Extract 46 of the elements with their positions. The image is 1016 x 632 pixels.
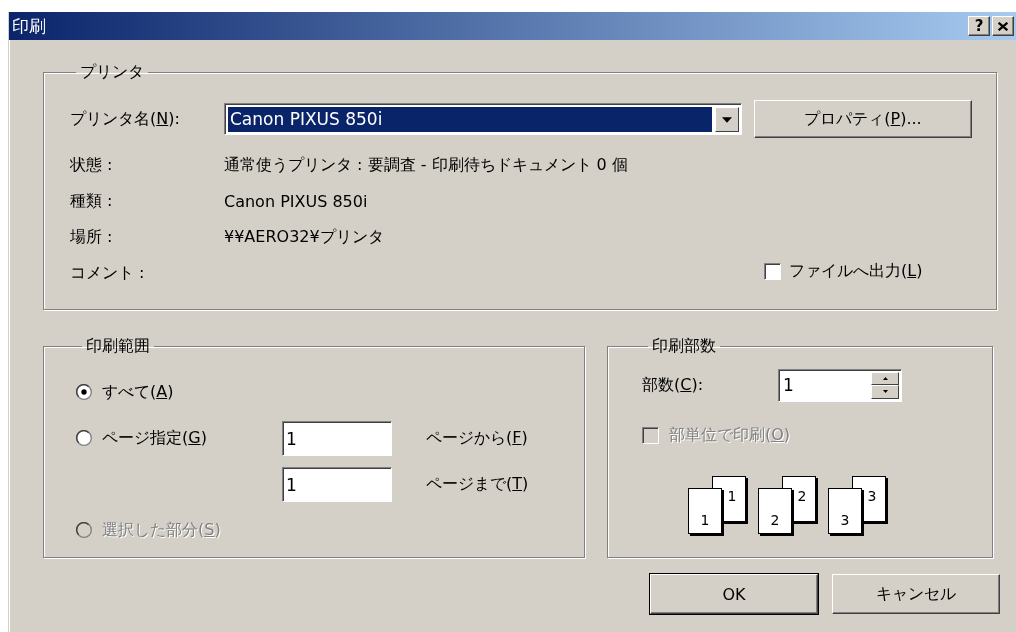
group-title: 印刷範囲 xyxy=(85,336,151,357)
properties-button[interactable]: プロパティ(P)... xyxy=(754,100,972,138)
page-number: 2 xyxy=(770,513,780,527)
radio-label: 選択した部分(S) xyxy=(102,519,221,541)
close-icon xyxy=(998,21,1008,31)
page-number: 1 xyxy=(700,513,710,527)
field-label: ページから(F) xyxy=(426,427,529,449)
checkbox-label: ファイルへ出力(L) xyxy=(789,261,923,282)
dialog-button[interactable]: OK xyxy=(650,574,818,614)
field-label: 部数(C): xyxy=(642,374,705,396)
info-label: 場所 : xyxy=(70,226,114,248)
help-button[interactable]: ? xyxy=(968,16,990,36)
page-number: 1 xyxy=(727,489,737,503)
info-value: ¥¥AERO32¥プリンタ xyxy=(224,226,385,248)
radio-label: すべて(A) xyxy=(102,381,174,403)
group-title: プリンタ xyxy=(79,62,145,83)
radio-label: ページ指定(G) xyxy=(102,427,207,449)
caret-icon xyxy=(722,116,732,123)
copies-spinner[interactable]: 1 xyxy=(778,368,902,402)
checkbox[interactable] xyxy=(764,263,781,280)
printer-dropdown[interactable]: Canon PIXUS 850i xyxy=(224,103,742,135)
field-label: ページまで(T) xyxy=(426,473,530,495)
down-arrow-icon xyxy=(882,390,888,394)
dialog-button[interactable]: キャンセル xyxy=(832,574,1000,614)
info-label: 種類 : xyxy=(70,190,114,212)
info-label: 状態 : xyxy=(70,154,114,176)
up-arrow-icon xyxy=(882,376,888,380)
page-number: 2 xyxy=(797,489,807,503)
page-number: 3 xyxy=(840,513,850,527)
info-value: Canon PIXUS 850i xyxy=(224,191,369,211)
window-title: 印刷 xyxy=(12,14,46,38)
checkbox-label: 部単位で印刷(O) xyxy=(669,425,791,446)
group-title: 印刷部数 xyxy=(651,336,717,357)
field-label: プリンタ名(N): xyxy=(70,108,181,130)
info-value: 通常使うプリンタ : 要調査 - 印刷待ちドキュメント 0 個 xyxy=(224,154,629,176)
info-label: コメント : xyxy=(70,262,146,284)
close-button[interactable] xyxy=(992,16,1014,36)
radio-button[interactable] xyxy=(76,430,92,446)
page-number-field[interactable]: 1 xyxy=(282,466,392,502)
page-number-field[interactable]: 1 xyxy=(282,420,392,456)
radio-button[interactable] xyxy=(76,384,92,400)
selected-printer: Canon PIXUS 850i xyxy=(228,107,712,132)
spin-down-button[interactable] xyxy=(871,385,899,399)
spin-up-button[interactable] xyxy=(871,371,899,385)
page-number: 3 xyxy=(867,489,877,503)
dropdown-button[interactable] xyxy=(715,107,739,132)
